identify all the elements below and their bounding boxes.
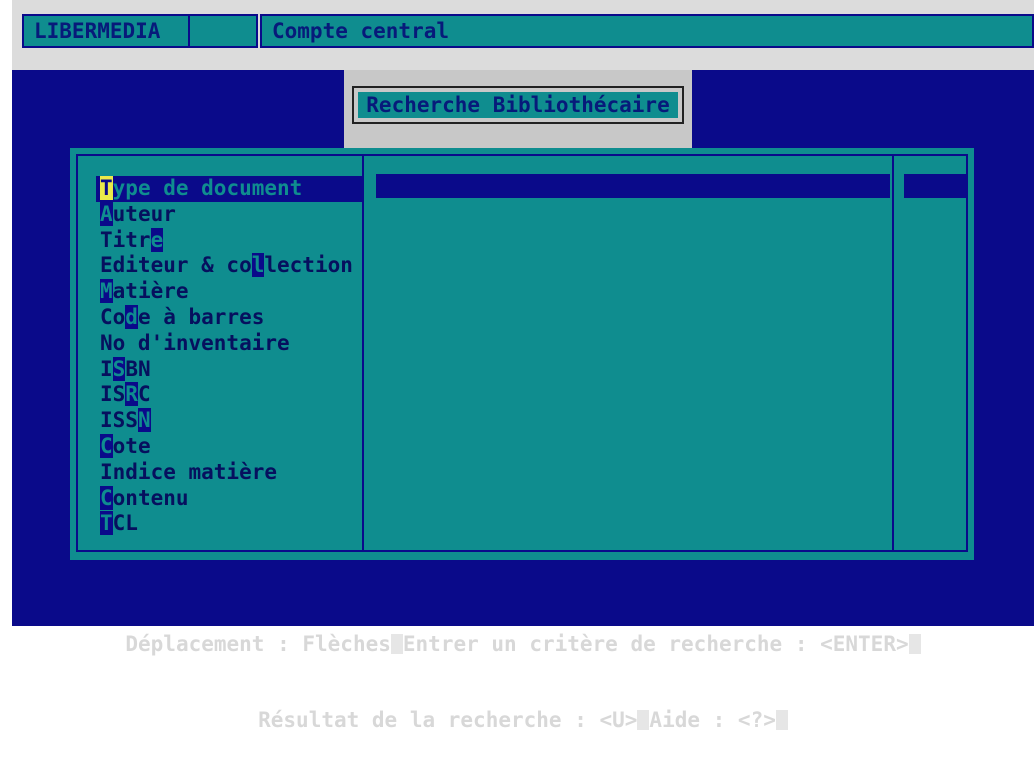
menu-item-text-end: ype de document xyxy=(112,176,303,200)
menu-item-hotkey: T xyxy=(100,176,113,200)
menu-item-text-end: uteur xyxy=(112,201,176,226)
column-divider-left xyxy=(362,156,364,550)
menu-item-text-start: Editeur & co xyxy=(100,253,252,278)
menu-item-hotkey: l xyxy=(251,253,265,278)
menu-item-hotkey: N xyxy=(137,408,151,433)
menu-item[interactable]: ISSN xyxy=(96,408,362,434)
window-title-frame: Recherche Bibliothécaire xyxy=(344,70,692,148)
enter-hint: Entrer un critère de recherche : <ENTER> xyxy=(402,632,909,656)
separator-block xyxy=(775,710,788,730)
menu-item[interactable]: ISBN xyxy=(96,356,362,383)
window-title: Recherche Bibliothécaire xyxy=(358,92,678,118)
separator-block xyxy=(637,710,650,730)
menu-item[interactable]: Type de document xyxy=(96,176,362,202)
search-panel: Type de document Auteur Titre Editeur & col… xyxy=(70,148,974,560)
account-name: Compte central xyxy=(272,19,450,43)
menu-item-text-start: ISS xyxy=(100,408,138,433)
help-hint: Aide : <?> xyxy=(649,708,776,732)
top-bar: LIBERMEDIA Compte central xyxy=(12,0,1034,70)
app-name-box: LIBERMEDIA xyxy=(22,14,192,48)
menu-item-hotkey: A xyxy=(100,201,113,226)
menu-item[interactable]: Editeur & collection xyxy=(96,253,362,279)
menu-item-text-end: ote xyxy=(112,433,151,458)
account-box: Compte central xyxy=(260,14,1034,48)
result-hint: Résultat de la recherche : <U> xyxy=(258,708,638,732)
menu-item-text-start: No d'inventaire xyxy=(100,330,290,355)
app-name: LIBERMEDIA xyxy=(34,19,161,43)
menu-item[interactable]: Auteur xyxy=(96,201,362,228)
menu-item[interactable]: Contenu xyxy=(96,485,362,512)
footer-line-2: Résultat de la recherche : <U> Aide : <?> xyxy=(12,706,1034,734)
menu-item-hotkey: C xyxy=(100,433,113,458)
search-criteria-menu: Type de document Auteur Titre Editeur & col… xyxy=(96,176,362,537)
terminal-screen: LIBERMEDIA Compte central Recherche Bibl… xyxy=(12,0,1034,732)
menu-item-text-start: Titr xyxy=(100,227,151,252)
search-extra-field[interactable] xyxy=(904,174,968,198)
menu-item-text-end: CL xyxy=(112,511,138,536)
menu-item-text-start: I xyxy=(100,356,113,381)
menu-item-hotkey: C xyxy=(100,485,113,510)
window-title-box: Recherche Bibliothécaire xyxy=(352,86,684,124)
menu-item[interactable]: ISRC xyxy=(96,382,362,408)
menu-item-text-end: lection xyxy=(264,253,353,278)
nav-hint: Déplacement : Flèches xyxy=(125,632,391,656)
separator-block xyxy=(390,634,403,654)
menu-item[interactable]: Matière xyxy=(96,279,362,305)
menu-item[interactable]: Titre xyxy=(96,227,362,254)
menu-item-hotkey: e xyxy=(150,227,164,252)
status-box xyxy=(188,14,258,48)
column-divider-right xyxy=(892,156,894,550)
menu-item-hotkey: T xyxy=(100,511,113,536)
menu-item[interactable]: No d'inventaire xyxy=(96,331,362,357)
menu-item[interactable]: TCL xyxy=(96,511,362,537)
separator-block xyxy=(908,634,921,654)
help-footer: Déplacement : Flèches Entrer un critère d… xyxy=(12,582,1034,782)
menu-item-text-start: Indice matière xyxy=(100,459,278,484)
menu-item-text-end: BN xyxy=(125,356,151,381)
search-value-field[interactable] xyxy=(376,174,890,198)
menu-item-text-start: Co xyxy=(100,304,126,329)
menu-item-hotkey: M xyxy=(100,279,113,304)
menu-item[interactable]: Indice matière xyxy=(96,460,362,486)
menu-item-hotkey: S xyxy=(112,356,126,381)
menu-item-hotkey: R xyxy=(125,382,138,407)
menu-item[interactable]: Cote xyxy=(96,433,362,460)
menu-item-text-end: ontenu xyxy=(112,485,189,510)
footer-line-1: Déplacement : Flèches Entrer un critère d… xyxy=(12,630,1034,658)
search-panel-frame: Type de document Auteur Titre Editeur & col… xyxy=(76,154,968,552)
menu-item-text-start: IS xyxy=(100,382,126,407)
menu-item[interactable]: Code à barres xyxy=(96,304,362,331)
menu-item-text-end: e à barres xyxy=(137,304,265,329)
menu-item-hotkey: d xyxy=(125,304,138,329)
menu-item-text-end: C xyxy=(137,382,151,407)
menu-item-text-end: atière xyxy=(112,279,189,304)
